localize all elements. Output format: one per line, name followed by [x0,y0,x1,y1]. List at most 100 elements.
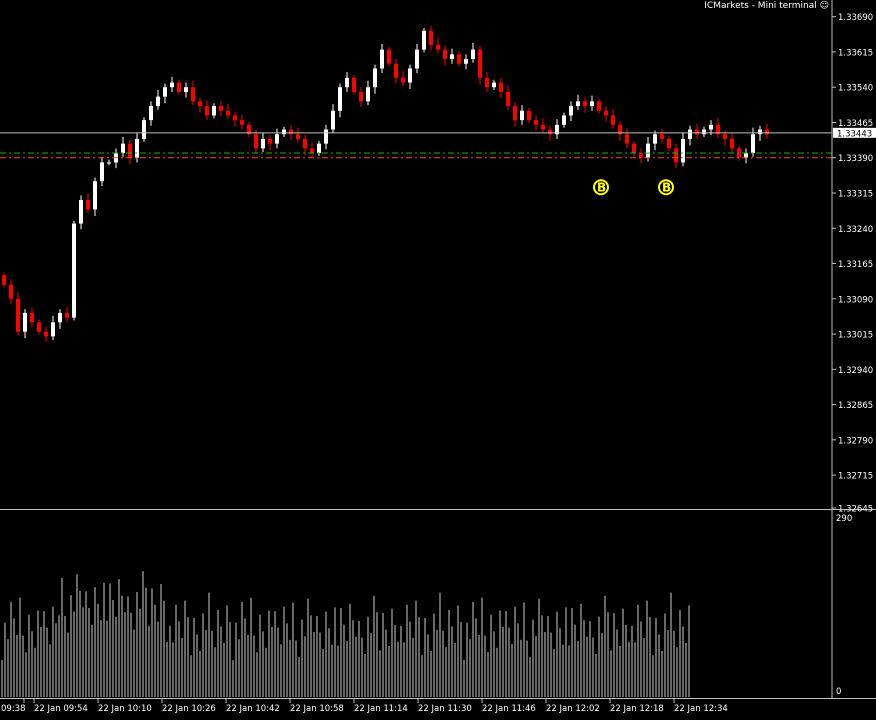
price-axis-label: 1.32940 [838,366,873,376]
candle-body [58,312,62,323]
candle-body [23,312,27,332]
price-axis-label: 1.33240 [838,225,873,235]
price-axis-label: 1.33615 [838,48,873,58]
candle-body [415,49,419,69]
candle-body [422,30,426,50]
candle-body [289,129,293,135]
candle-body [79,200,83,224]
volume-axis-label: 290 [836,514,852,524]
candle-body [520,110,524,121]
chart-area[interactable]: B B 1.33690 1.33615 1.33540 1.33465 1.33390 1.… [0,0,876,720]
candle-body [177,82,181,92]
candle-body [268,138,272,144]
candle-body [506,91,510,107]
buy-badge-label: B [597,181,606,195]
time-axis-label: 22 Jan 11:14 [354,704,408,714]
candle-body [359,91,363,102]
candle-body [219,106,223,111]
candle-body [233,115,237,121]
time-axis-label: 22 Jan 10:42 [226,704,280,714]
candle-body [464,59,468,64]
candle-body [562,115,566,125]
candle-body [471,49,475,60]
price-axis-label: 1.32790 [838,436,873,446]
candle-body [212,106,216,116]
chart-background [0,0,876,720]
price-axis-label: 1.33315 [838,190,873,200]
candle-body [100,162,104,182]
terminal-title: ICMarkets - Mini terminal ☺ [704,1,829,11]
candle-body [51,322,55,337]
candle-body [527,110,531,121]
candle-body [436,44,440,50]
time-axis-label: 22 Jan 12:34 [674,704,728,714]
candle-body [632,143,636,154]
smiley-icon: ☺ [819,1,829,11]
candle-body [723,134,727,139]
candle-body [317,143,321,154]
candle-body [625,134,629,144]
price-axis-label: 1.33540 [838,84,873,94]
candle-body [366,87,370,102]
candle-body [674,148,678,163]
candle-body [72,223,76,318]
candle-body [226,110,230,116]
time-axis-label: 22 Jan 10:58 [290,704,344,714]
candle-body [709,124,713,130]
candle-body [352,77,356,92]
candle-body [499,82,503,92]
candle-body [205,106,209,116]
price-axis-label: 1.33165 [838,260,873,270]
candle-body [2,275,6,285]
candle-body [9,284,13,299]
candle-body [170,82,174,88]
candle-body [345,77,349,88]
candle-body [457,54,461,64]
price-axis-label: 1.32865 [838,401,873,411]
candle-body [16,298,20,332]
price-axis-label: 1.33015 [838,331,873,341]
candle-body [653,134,657,144]
candle-body [569,106,573,116]
candle-body [37,322,41,332]
candle-body [695,129,699,135]
price-axis-label: 1.32645 [838,505,873,515]
candle-body [261,138,265,149]
time-axis-label: 22 Jan 09:54 [34,704,88,714]
time-axis-label: 22 Jan 12:02 [546,704,600,714]
price-axis-label: 1.33390 [838,154,873,164]
candle-body [135,138,139,158]
candle-body [548,129,552,135]
candle-body [611,115,615,125]
candle-body [401,77,405,83]
candle-body [198,101,202,107]
candle-body [156,96,160,107]
candle-body [485,77,489,88]
candle-body [429,30,433,45]
candle-body [541,124,545,130]
time-axis-label: 22 Jan 11:30 [418,704,472,714]
candle-body [702,129,706,135]
candle-body [163,87,167,97]
candle-body [646,143,650,158]
candle-body [450,54,454,60]
candle-body [296,134,300,139]
current-price-label: 1.33443 [837,129,872,139]
candle-body [44,331,48,337]
candle-body [191,87,195,102]
candle-body [667,138,671,149]
candle-body [310,148,314,154]
terminal-title-text: ICMarkets - Mini terminal [704,1,817,11]
candle-body [681,138,685,163]
time-axis-label: 22 Jan 12:18 [610,704,664,714]
candle-body [184,87,188,92]
time-axis-label: 22 Jan 10:26 [162,704,216,714]
price-axis-label: 1.33090 [838,295,873,305]
candle-body [282,129,286,135]
candle-body [597,101,601,111]
candle-body [730,138,734,149]
candle-body [576,101,580,107]
candle-body [275,134,279,144]
candle-body [688,129,692,139]
candle-body [387,49,391,64]
